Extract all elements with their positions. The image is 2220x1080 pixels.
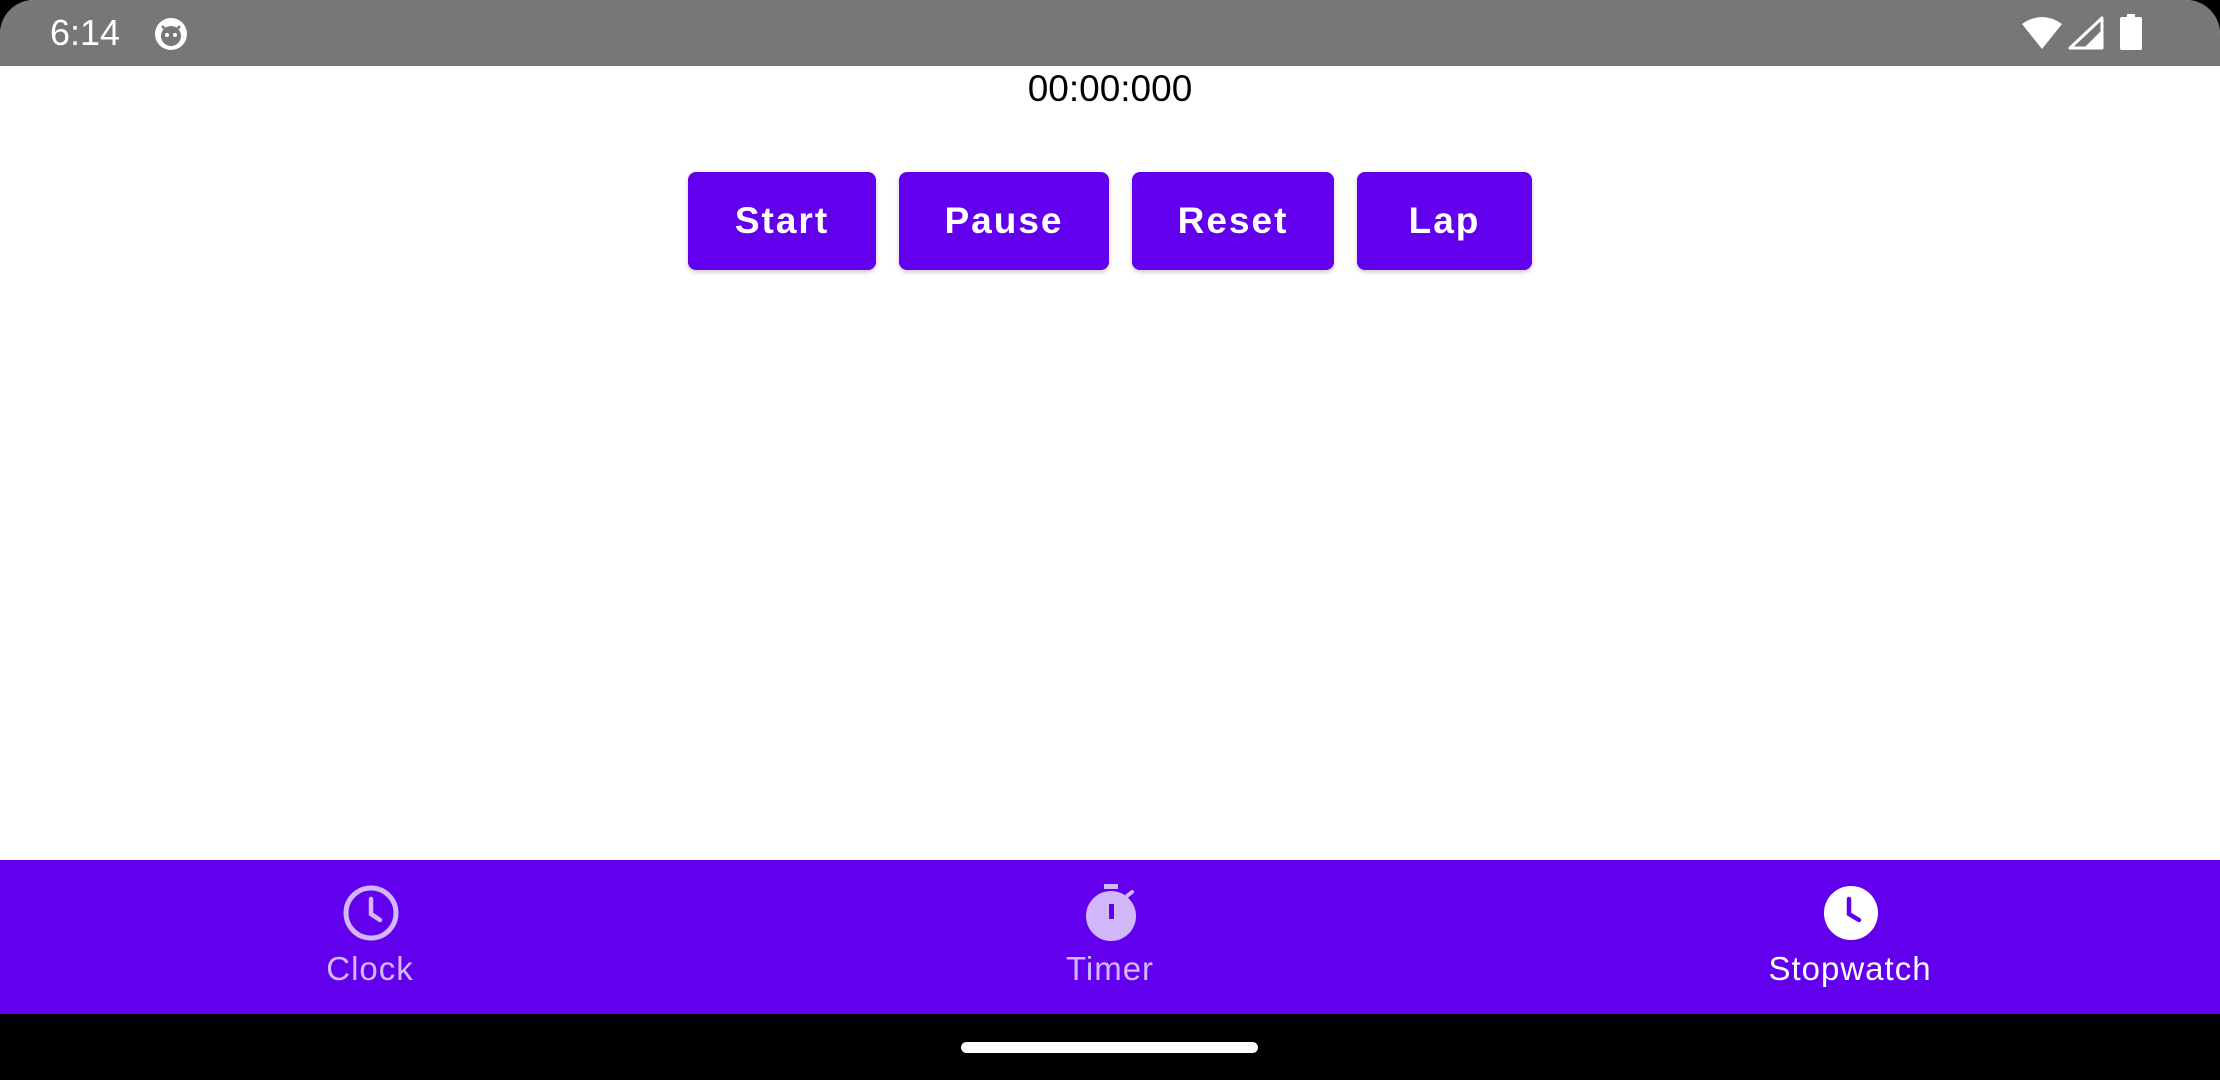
bottom-navigation: Clock Timer Stopwatch [0,860,2220,1014]
app-screen: 6:14 00:00:000 Start Pause Reset Lap Clo… [0,0,2220,1080]
home-gesture-handle[interactable] [961,1042,1258,1053]
elapsed-time-display: 00:00:000 [1027,68,1193,109]
nav-label-stopwatch: Stopwatch [1768,950,1932,987]
nav-label-timer: Timer [1065,950,1155,987]
nav-item-stopwatch[interactable]: Stopwatch [1650,860,2050,1014]
status-bar: 6:14 [0,0,2220,66]
pause-button[interactable]: Pause [899,172,1109,270]
start-button[interactable]: Start [688,172,876,270]
reset-button[interactable]: Reset [1132,172,1334,270]
lap-button[interactable]: Lap [1357,172,1532,270]
stopwatch-icon [1824,886,1878,940]
clock-icon [343,885,399,941]
nav-label-clock: Clock [326,950,414,987]
timer-icon [1086,884,1136,941]
system-navigation-bar [0,1014,2220,1080]
wifi-icon [2022,17,2062,49]
status-time: 6:14 [50,12,121,53]
nav-item-timer[interactable]: Timer [910,860,1310,1014]
debug-icon [155,18,187,50]
battery-icon [2120,14,2142,50]
cell-signal-icon [2068,16,2104,50]
nav-item-clock[interactable]: Clock [170,860,570,1014]
